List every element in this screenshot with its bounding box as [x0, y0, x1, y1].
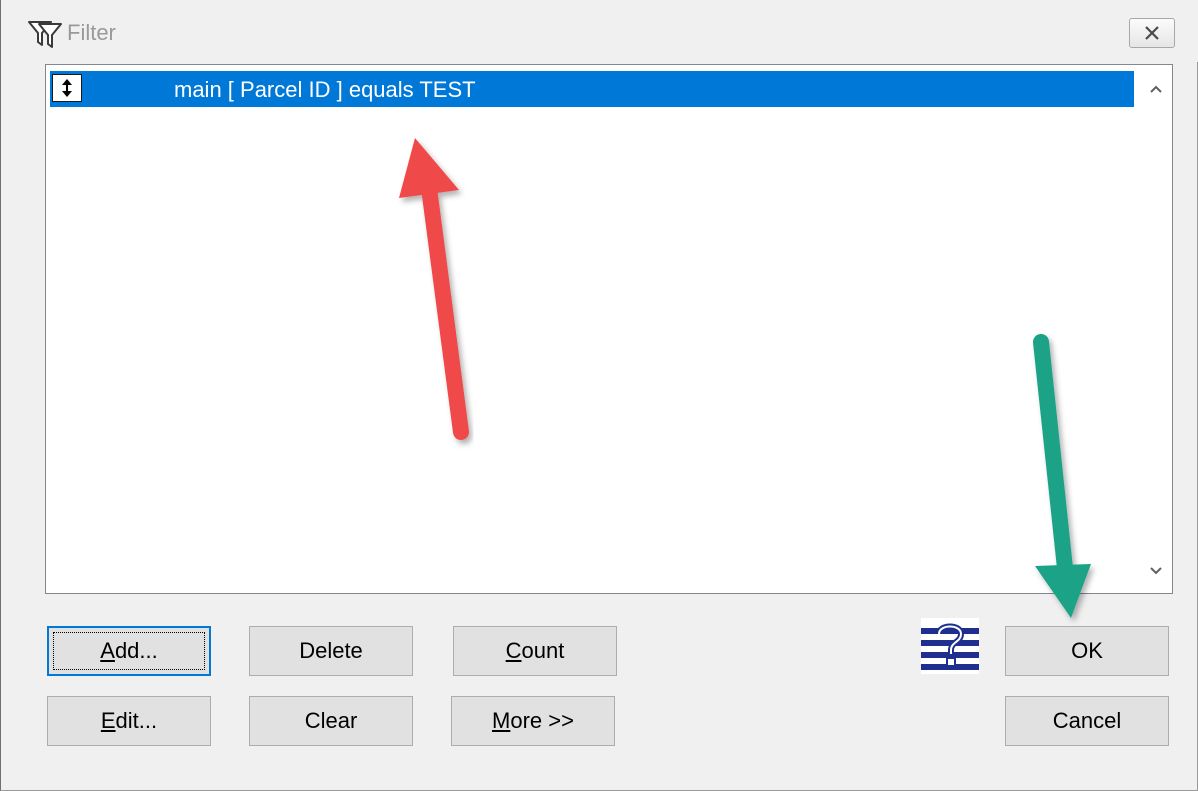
filter-funnel-icon [28, 21, 62, 48]
up-down-toggle-icon[interactable] [52, 74, 82, 102]
cancel-button[interactable]: Cancel [1005, 696, 1169, 746]
count-label: ount [521, 638, 565, 663]
title-bar: Filter [1, 0, 1198, 62]
filter-dialog: Filter main [ Parcel ID ] equals TEST A … [0, 0, 1198, 791]
chevron-down-icon[interactable] [1140, 553, 1172, 589]
ok-button[interactable]: OK [1005, 626, 1169, 676]
filter-condition-text: main [ Parcel ID ] equals TEST [174, 77, 476, 102]
more-button[interactable]: More >> [451, 696, 615, 746]
count-mnemonic: C [505, 638, 522, 663]
filter-row[interactable]: main [ Parcel ID ] equals TEST [50, 71, 1134, 107]
clear-label: Clear [304, 708, 358, 733]
vertical-scrollbar[interactable] [1140, 65, 1172, 593]
filter-list[interactable]: main [ Parcel ID ] equals TEST [45, 64, 1173, 594]
edit-label: dit... [115, 708, 158, 733]
focus-ring [53, 632, 205, 670]
help-question-icon[interactable] [921, 618, 979, 674]
delete-button[interactable]: Delete [249, 626, 413, 676]
add-button[interactable]: Add... [47, 626, 211, 676]
count-button[interactable]: Count [453, 626, 617, 676]
more-label: ore >> [510, 708, 574, 733]
window-title: Filter [67, 20, 116, 45]
close-button[interactable] [1129, 18, 1175, 48]
close-x-icon [1145, 26, 1159, 40]
chevron-up-icon[interactable] [1140, 71, 1172, 107]
clear-button[interactable]: Clear [249, 696, 413, 746]
more-mnemonic: M [492, 708, 511, 733]
ok-label: OK [1071, 638, 1103, 663]
edit-button[interactable]: Edit... [47, 696, 211, 746]
edit-mnemonic: E [100, 708, 116, 733]
cancel-label: Cancel [1052, 708, 1122, 733]
delete-label: Delete [299, 638, 363, 663]
